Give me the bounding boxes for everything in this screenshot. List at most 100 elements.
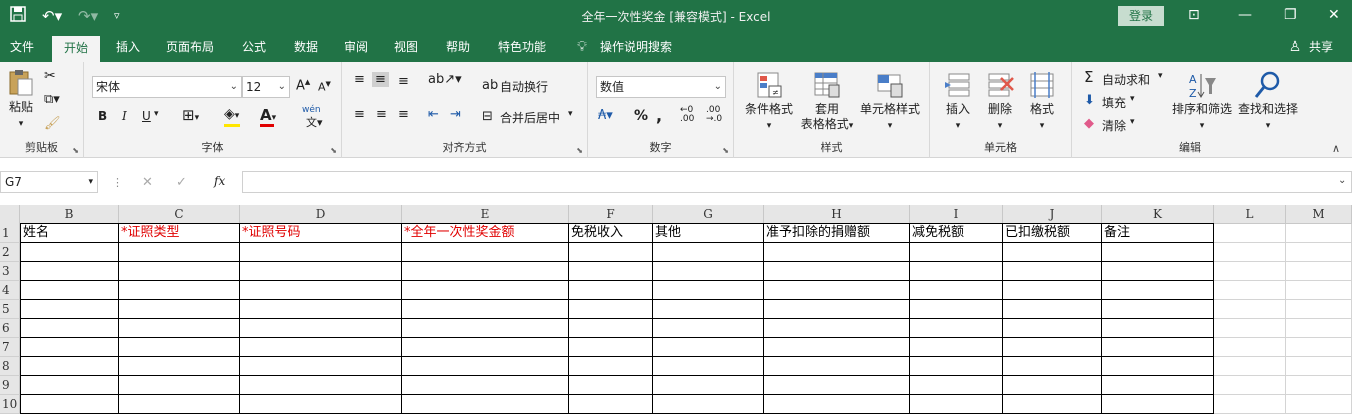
- cell[interactable]: [764, 281, 910, 300]
- cell[interactable]: [764, 357, 910, 376]
- tab-data[interactable]: 数据: [284, 32, 328, 62]
- cell[interactable]: [653, 243, 764, 262]
- cell[interactable]: [119, 262, 240, 281]
- header-cell[interactable]: *证照号码: [240, 223, 402, 243]
- cell[interactable]: [1003, 395, 1102, 414]
- wrap-text-icon[interactable]: ab: [482, 78, 498, 93]
- cell[interactable]: [1286, 376, 1352, 395]
- cell[interactable]: [910, 357, 1003, 376]
- paste-button[interactable]: 粘贴 ▾: [4, 68, 38, 132]
- cell[interactable]: [240, 376, 402, 395]
- cell[interactable]: [1214, 319, 1286, 338]
- cell[interactable]: [119, 243, 240, 262]
- row-header-3[interactable]: 3: [0, 262, 20, 281]
- dialog-launcher-icon[interactable]: ⬊: [722, 146, 729, 155]
- tab-insert[interactable]: 插入: [106, 32, 150, 62]
- column-header-m[interactable]: M: [1286, 205, 1352, 224]
- merge-dropdown-icon[interactable]: ▾: [568, 109, 573, 119]
- cell[interactable]: [764, 319, 910, 338]
- cell[interactable]: [653, 262, 764, 281]
- fill-color-icon[interactable]: ◈▾: [224, 106, 239, 122]
- cell[interactable]: [1102, 357, 1214, 376]
- cell[interactable]: [20, 319, 119, 338]
- tab-help[interactable]: 帮助: [436, 32, 480, 62]
- cell[interactable]: [764, 376, 910, 395]
- cell[interactable]: [20, 300, 119, 319]
- cell[interactable]: [1286, 338, 1352, 357]
- tab-formulas[interactable]: 公式: [232, 32, 276, 62]
- expand-formula-bar-icon[interactable]: ⌄: [1338, 175, 1346, 186]
- cell[interactable]: [1214, 395, 1286, 414]
- cell[interactable]: [1102, 338, 1214, 357]
- tab-file[interactable]: 文件: [0, 32, 44, 62]
- cell[interactable]: [1214, 243, 1286, 262]
- cell[interactable]: [402, 357, 569, 376]
- cell[interactable]: [653, 395, 764, 414]
- cell[interactable]: [1102, 281, 1214, 300]
- row-header-6[interactable]: 6: [0, 319, 20, 338]
- cell[interactable]: [1214, 300, 1286, 319]
- cell[interactable]: [240, 319, 402, 338]
- cell[interactable]: [910, 338, 1003, 357]
- dialog-launcher-icon[interactable]: ⬊: [330, 146, 337, 155]
- column-header-h[interactable]: H: [764, 205, 910, 224]
- sort-filter-button[interactable]: AZ 排序和筛选 ▾: [1170, 70, 1234, 134]
- orientation-icon[interactable]: ab↗▾: [428, 72, 462, 87]
- cell[interactable]: [910, 319, 1003, 338]
- fill-button[interactable]: 填充: [1102, 94, 1126, 111]
- align-middle-icon[interactable]: ≡: [372, 72, 389, 87]
- borders-icon[interactable]: ⊞▾: [182, 106, 199, 124]
- tab-page-layout[interactable]: 页面布局: [158, 32, 222, 62]
- cancel-entry-icon[interactable]: ✕: [142, 175, 153, 190]
- merge-center-button[interactable]: 合并后居中: [500, 109, 560, 126]
- cell[interactable]: [240, 395, 402, 414]
- cell[interactable]: [1102, 243, 1214, 262]
- cell[interactable]: [1286, 281, 1352, 300]
- comma-style-button[interactable]: ,: [656, 106, 662, 125]
- cell[interactable]: [1214, 224, 1286, 243]
- select-all-corner[interactable]: [0, 205, 20, 224]
- font-color-icon[interactable]: A▾: [260, 106, 276, 124]
- cell[interactable]: [20, 338, 119, 357]
- confirm-entry-icon[interactable]: ✓: [176, 175, 187, 190]
- column-header-c[interactable]: C: [119, 205, 240, 224]
- cell[interactable]: [119, 357, 240, 376]
- worksheet-grid[interactable]: BCDEFGHIJKLM 1 姓名 *证照类型 *证照号码 *全年一次性奖金额 免税收入其…: [0, 205, 1352, 414]
- cell[interactable]: [653, 376, 764, 395]
- cell[interactable]: [910, 281, 1003, 300]
- cell[interactable]: [910, 395, 1003, 414]
- tab-view[interactable]: 视图: [384, 32, 428, 62]
- header-cell[interactable]: 备注: [1102, 223, 1214, 243]
- cell[interactable]: [1214, 281, 1286, 300]
- row-header-4[interactable]: 4: [0, 281, 20, 300]
- cell[interactable]: [1214, 262, 1286, 281]
- cell[interactable]: [20, 281, 119, 300]
- cell[interactable]: [1214, 338, 1286, 357]
- cell[interactable]: [569, 281, 653, 300]
- clear-button[interactable]: 清除: [1102, 117, 1126, 134]
- tell-me-search[interactable]: 操作说明搜索: [596, 32, 676, 62]
- row-header-10[interactable]: 10: [0, 395, 20, 414]
- clear-icon[interactable]: ◆: [1084, 116, 1094, 131]
- cell[interactable]: [1102, 395, 1214, 414]
- decrease-font-icon[interactable]: A▼: [318, 80, 331, 94]
- cell[interactable]: [569, 262, 653, 281]
- tab-review[interactable]: 审阅: [334, 32, 378, 62]
- cell[interactable]: [20, 395, 119, 414]
- cell[interactable]: [240, 300, 402, 319]
- clear-dropdown-icon[interactable]: ▾: [1130, 117, 1135, 127]
- cell[interactable]: [1214, 357, 1286, 376]
- cell[interactable]: [402, 300, 569, 319]
- cell[interactable]: [1003, 357, 1102, 376]
- cell[interactable]: [569, 338, 653, 357]
- header-cell[interactable]: *全年一次性奖金额: [402, 223, 569, 243]
- cell[interactable]: [402, 395, 569, 414]
- align-right-icon[interactable]: ≡: [398, 107, 409, 122]
- cell[interactable]: [240, 357, 402, 376]
- cell[interactable]: [764, 262, 910, 281]
- cell[interactable]: [240, 243, 402, 262]
- copy-icon[interactable]: ⧉▾: [44, 92, 60, 107]
- cell[interactable]: [20, 357, 119, 376]
- cell[interactable]: [1102, 319, 1214, 338]
- autosum-button[interactable]: 自动求和: [1102, 71, 1150, 88]
